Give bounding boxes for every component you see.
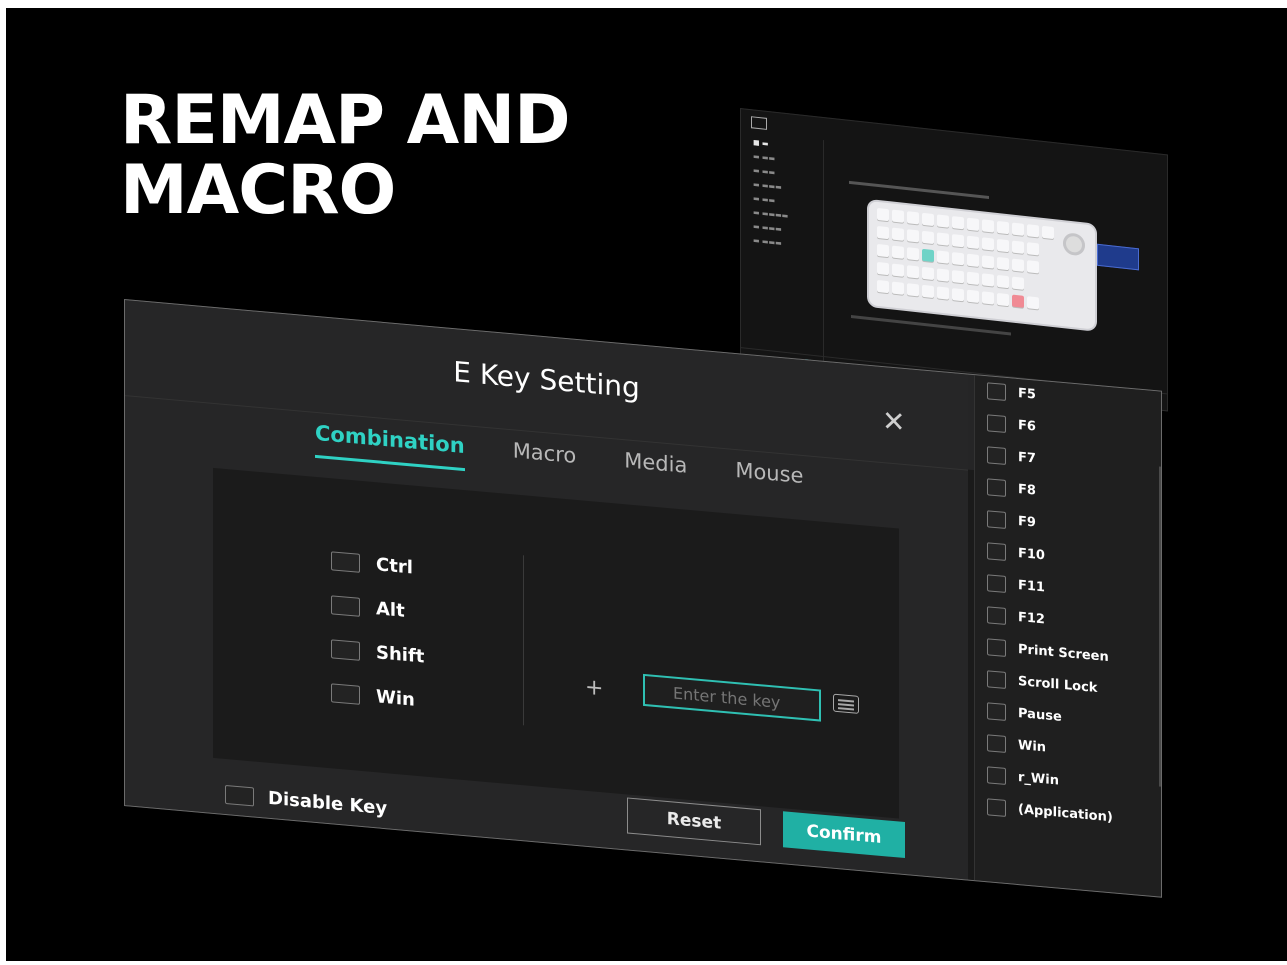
key-input[interactable] [643, 673, 821, 722]
key-label: r_Win [1018, 770, 1059, 789]
key-list-item[interactable]: F5 [987, 382, 1036, 403]
key-checkbox[interactable] [987, 606, 1006, 625]
key-label: Scroll Lock [1018, 674, 1098, 697]
key-label: Win [1018, 738, 1047, 756]
key-label: Print Screen [1018, 642, 1109, 666]
ctrl-checkbox[interactable] [331, 550, 360, 573]
key-setting-panel: E Key Setting ✕ Combination Macro Media … [124, 299, 1162, 898]
key-list-item[interactable]: Print Screen [987, 638, 1109, 666]
sidebar-entry: ▬ ▬▬▬▬ [753, 208, 789, 221]
hero-line-2: MACRO [120, 151, 396, 230]
modifier-list: Ctrl Alt Shift Win [331, 538, 424, 722]
key-list-scrollbar[interactable] [1159, 466, 1162, 787]
key-list-item[interactable]: Scroll Lock [987, 670, 1097, 697]
key-checkbox[interactable] [987, 414, 1006, 433]
layer-dropdown [1097, 243, 1139, 271]
sidebar-entry: ▬ ▬▬ [753, 194, 776, 205]
combination-content: Ctrl Alt Shift Win + [213, 467, 899, 819]
modifier-label: Ctrl [376, 553, 413, 579]
sidebar-entry: ▬ ▬▬▬ [753, 222, 782, 234]
modifier-win[interactable]: Win [331, 670, 424, 722]
modifier-label: Shift [376, 641, 425, 668]
hero-line-1: REMAP AND [120, 81, 571, 160]
key-checkbox[interactable] [987, 798, 1006, 817]
key-list-item[interactable]: F11 [987, 574, 1045, 596]
disable-key-label: Disable Key [268, 787, 388, 820]
key-checkbox[interactable] [987, 478, 1006, 497]
key-checkbox[interactable] [987, 446, 1006, 465]
key-list-panel: F5 F6 F7 F8 F9 F10 F11 F12 Print Screen … [974, 375, 1162, 897]
promo-stage: REMAP AND MACRO ■ ▬ ▬ ▬▬ ▬ ▬▬ ▬ ▬▬▬ ▬ ▬▬… [6, 8, 1287, 961]
app-logo-icon [751, 116, 767, 130]
disable-key-checkbox[interactable] [225, 784, 254, 807]
key-list-item[interactable]: Win [987, 734, 1046, 756]
hero-heading: REMAP AND MACRO [120, 81, 571, 230]
reset-button[interactable]: Reset [627, 797, 761, 846]
thumbnail-sidebar: ■ ▬ ▬ ▬▬ ▬ ▬▬ ▬ ▬▬▬ ▬ ▬▬ ▬ ▬▬▬▬ ▬ ▬▬▬ ▬ … [741, 131, 824, 374]
key-list-item[interactable]: F10 [987, 542, 1045, 564]
key-checkbox[interactable] [987, 638, 1006, 657]
sidebar-entry: ▬ ▬▬ [753, 166, 776, 177]
keyboard-icon[interactable] [833, 693, 859, 714]
key-checkbox[interactable] [987, 542, 1006, 561]
key-checkbox[interactable] [987, 702, 1006, 721]
key-checkbox[interactable] [987, 766, 1006, 785]
key-label: F6 [1018, 418, 1036, 435]
tab-combination[interactable]: Combination [315, 420, 465, 472]
key-label: F5 [1018, 386, 1036, 403]
shift-checkbox[interactable] [331, 638, 360, 661]
key-label: Pause [1018, 706, 1062, 725]
key-list-item[interactable]: F9 [987, 510, 1036, 531]
sidebar-entry: ▬ ▬▬ [753, 152, 776, 163]
disable-key-option[interactable]: Disable Key [225, 784, 387, 819]
key-list-item[interactable]: F12 [987, 606, 1045, 628]
key-checkbox[interactable] [987, 382, 1006, 401]
key-label: F12 [1018, 610, 1045, 628]
key-label: F7 [1018, 450, 1036, 467]
tab-media[interactable]: Media [624, 448, 687, 491]
close-icon[interactable]: ✕ [882, 404, 905, 439]
sidebar-entry: ▬ ▬▬▬ [753, 180, 782, 192]
key-list-item[interactable]: r_Win [987, 766, 1059, 789]
modifier-label: Alt [376, 597, 405, 622]
key-label: (Application) [1018, 802, 1113, 826]
vertical-divider [523, 555, 524, 726]
key-checkbox[interactable] [987, 510, 1006, 529]
keyboard-image [869, 201, 1095, 330]
key-label: F9 [1018, 514, 1036, 531]
key-label: F8 [1018, 482, 1036, 499]
plus-sign: + [585, 674, 604, 702]
tab-macro[interactable]: Macro [513, 438, 577, 481]
modifier-label: Win [376, 685, 415, 711]
key-list-item[interactable]: (Application) [987, 798, 1113, 826]
confirm-button[interactable]: Confirm [783, 811, 905, 859]
key-checkbox[interactable] [987, 574, 1006, 593]
key-list-item[interactable]: F8 [987, 478, 1036, 499]
key-list-item[interactable]: Pause [987, 702, 1062, 726]
key-list-item[interactable]: F7 [987, 446, 1036, 467]
key-list-item[interactable]: F6 [987, 414, 1036, 435]
key-checkbox[interactable] [987, 670, 1006, 689]
tab-mouse[interactable]: Mouse [735, 458, 803, 501]
key-label: F10 [1018, 546, 1045, 564]
sidebar-entry: ■ ▬ [753, 138, 769, 149]
key-label: F11 [1018, 578, 1045, 596]
sidebar-entry: ▬ ▬▬▬ [753, 236, 782, 248]
key-checkbox[interactable] [987, 734, 1006, 753]
key-setting-dialog: E Key Setting ✕ Combination Macro Media … [125, 300, 968, 880]
win-checkbox[interactable] [331, 682, 360, 705]
thumbnail-status-line [851, 315, 1011, 336]
thumbnail-toolbar-line [849, 180, 989, 200]
alt-checkbox[interactable] [331, 594, 360, 617]
